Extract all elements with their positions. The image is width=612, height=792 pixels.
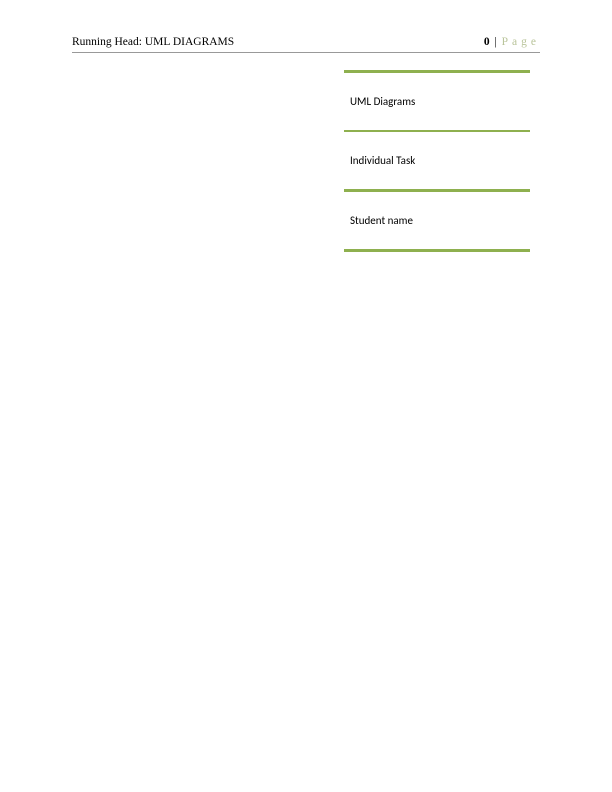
page-word: Page (502, 36, 540, 48)
separator-line (344, 249, 530, 252)
title-line-3: Student name (344, 192, 530, 249)
title-line-2: Individual Task (344, 132, 530, 189)
page-separator: | (494, 36, 496, 48)
running-head: Running Head: UML DIAGRAMS (72, 36, 234, 48)
title-block: UML Diagrams Individual Task Student nam… (344, 70, 530, 252)
page-indicator: 0 | Page (484, 36, 540, 48)
title-line-1: UML Diagrams (344, 73, 530, 130)
page-header: Running Head: UML DIAGRAMS 0 | Page (72, 36, 540, 48)
page-number: 0 (484, 36, 490, 48)
header-rule (72, 52, 540, 53)
